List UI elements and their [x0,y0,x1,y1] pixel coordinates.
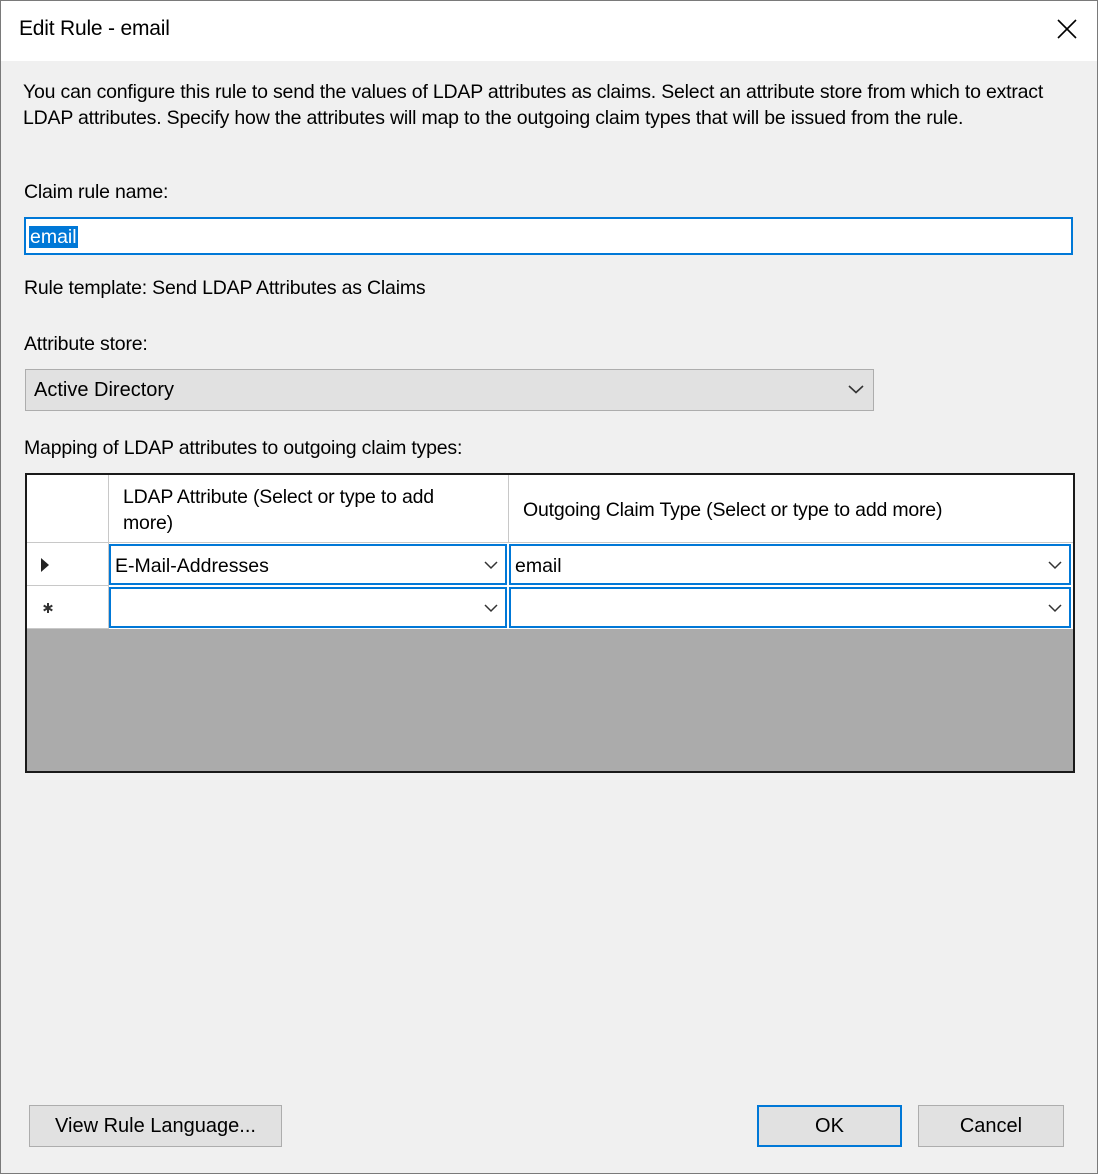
ldap-attribute-dropdown[interactable] [109,587,507,628]
close-button[interactable] [1045,7,1089,51]
claim-rule-name-input[interactable]: email [24,217,1073,255]
ok-button[interactable]: OK [757,1105,902,1147]
rule-template-text: Rule template: Send LDAP Attributes as C… [24,277,426,299]
outgoing-claim-type-value: email [515,555,562,577]
chevron-down-icon [1048,604,1062,613]
view-rule-language-label: View Rule Language... [55,1115,256,1137]
new-row-asterisk-icon [43,603,53,613]
attribute-store-label: Attribute store: [24,333,148,355]
chevron-down-icon [484,561,498,570]
description-text: You can configure this rule to send the … [23,81,1044,129]
mapping-label: Mapping of LDAP attributes to outgoing c… [24,437,463,459]
grid-corner-header[interactable] [27,475,109,543]
claim-rule-name-label: Claim rule name: [24,181,169,203]
column-header-outgoing-claim-type-label: Outgoing Claim Type (Select or type to a… [523,499,943,521]
attribute-store-value: Active Directory [34,379,175,401]
table-row[interactable]: E-Mail-Addresses email [27,543,1073,586]
chevron-down-icon [848,385,864,394]
cancel-button[interactable]: Cancel [918,1105,1064,1147]
outgoing-claim-type-dropdown[interactable]: email [509,544,1071,585]
current-row-arrow-icon [41,558,49,572]
chevron-down-icon [484,604,498,613]
claim-rule-name-value: email [29,226,78,248]
mapping-grid: LDAP Attribute (Select or type to add mo… [25,473,1075,773]
row-header[interactable] [27,586,109,629]
row-header[interactable] [27,543,109,586]
table-row[interactable] [27,586,1073,629]
attribute-store-select[interactable]: Active Directory [25,369,874,411]
outgoing-claim-type-dropdown[interactable] [509,587,1071,628]
column-header-ldap-attribute-label: LDAP Attribute (Select or type to add mo… [123,486,434,534]
view-rule-language-button[interactable]: View Rule Language... [29,1105,282,1147]
chevron-down-icon [1048,561,1062,570]
grid-header-row: LDAP Attribute (Select or type to add mo… [27,475,1073,543]
ldap-attribute-value: E-Mail-Addresses [115,555,269,577]
close-icon [1057,19,1077,39]
title-bar[interactable]: Edit Rule - email [1,1,1097,61]
ldap-attribute-dropdown[interactable]: E-Mail-Addresses [109,544,507,585]
ok-label: OK [815,1115,844,1137]
column-header-outgoing-claim-type[interactable]: Outgoing Claim Type (Select or type to a… [509,475,1073,543]
cancel-label: Cancel [959,1115,1023,1137]
column-header-ldap-attribute[interactable]: LDAP Attribute (Select or type to add mo… [109,475,509,543]
dialog-title: Edit Rule - email [19,17,170,40]
edit-rule-dialog: Edit Rule - email You can configure this… [0,0,1098,1174]
